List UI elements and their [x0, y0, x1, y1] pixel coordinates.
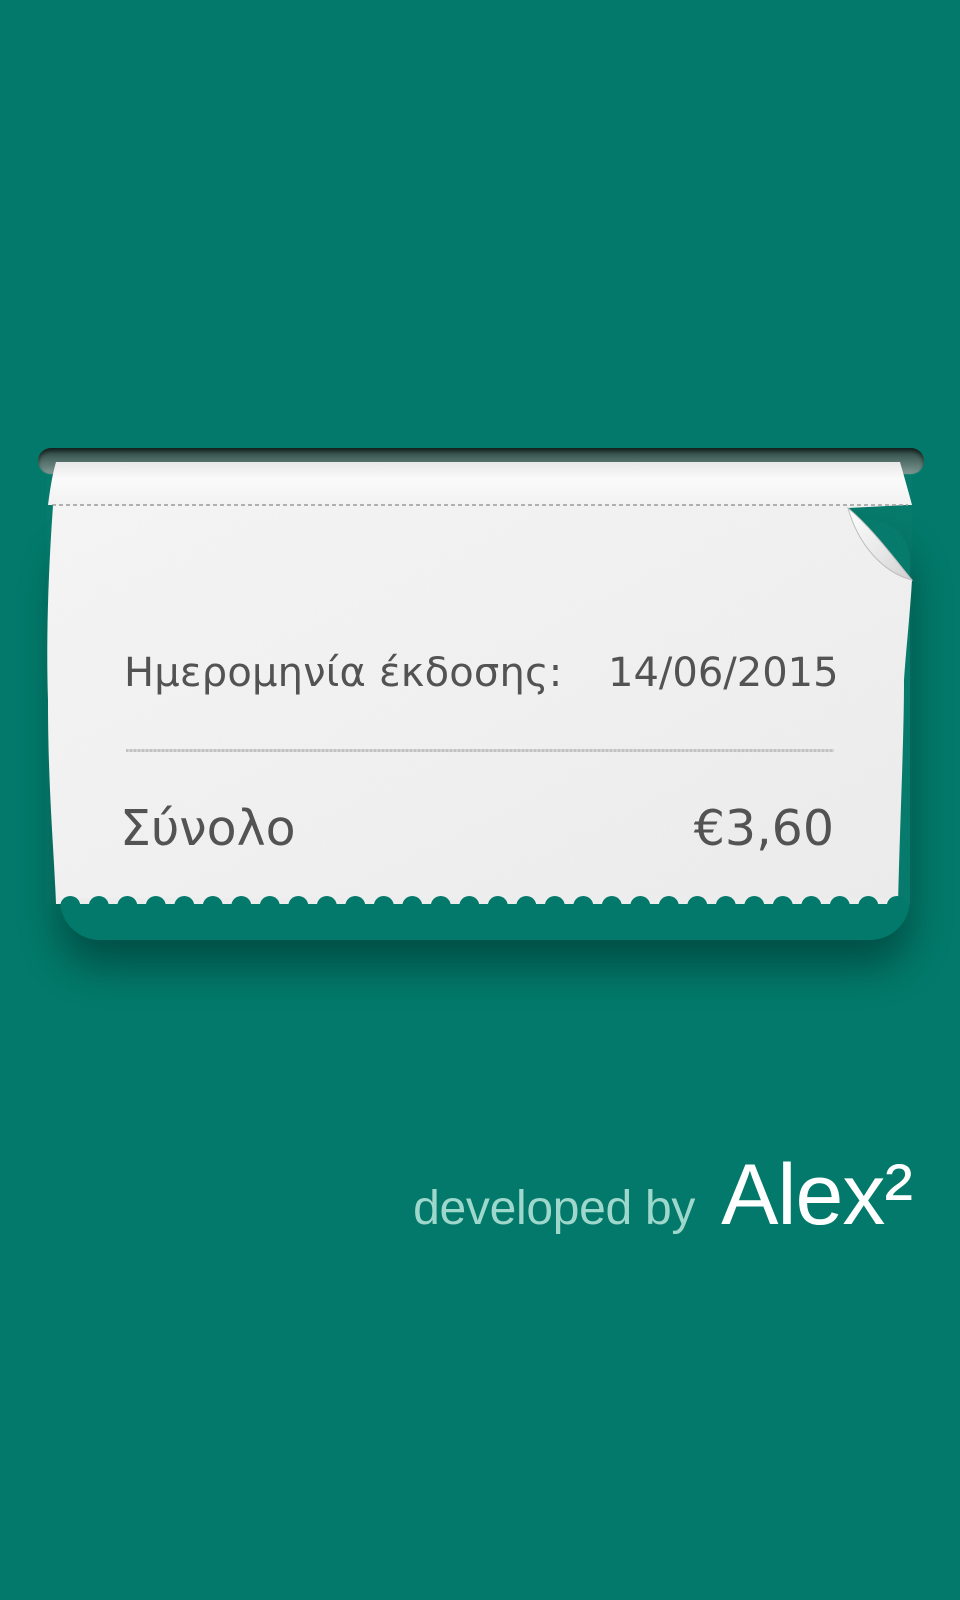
receipt-scallops [56, 896, 907, 916]
total-label: Σύνολο [120, 800, 296, 857]
total-amount: €3,60 [693, 800, 834, 857]
developer-credit: developed by Alex² [413, 1152, 913, 1238]
receipt-top-lip [48, 462, 912, 505]
receipt-divider [126, 749, 834, 752]
developer-brand-logo: Alex² [721, 1147, 913, 1243]
issue-date-label: Ημερομηνία έκδοσης: [124, 650, 563, 696]
issue-date-value: 14/06/2015 [608, 650, 839, 696]
developed-by-text: developed by [413, 1182, 696, 1235]
